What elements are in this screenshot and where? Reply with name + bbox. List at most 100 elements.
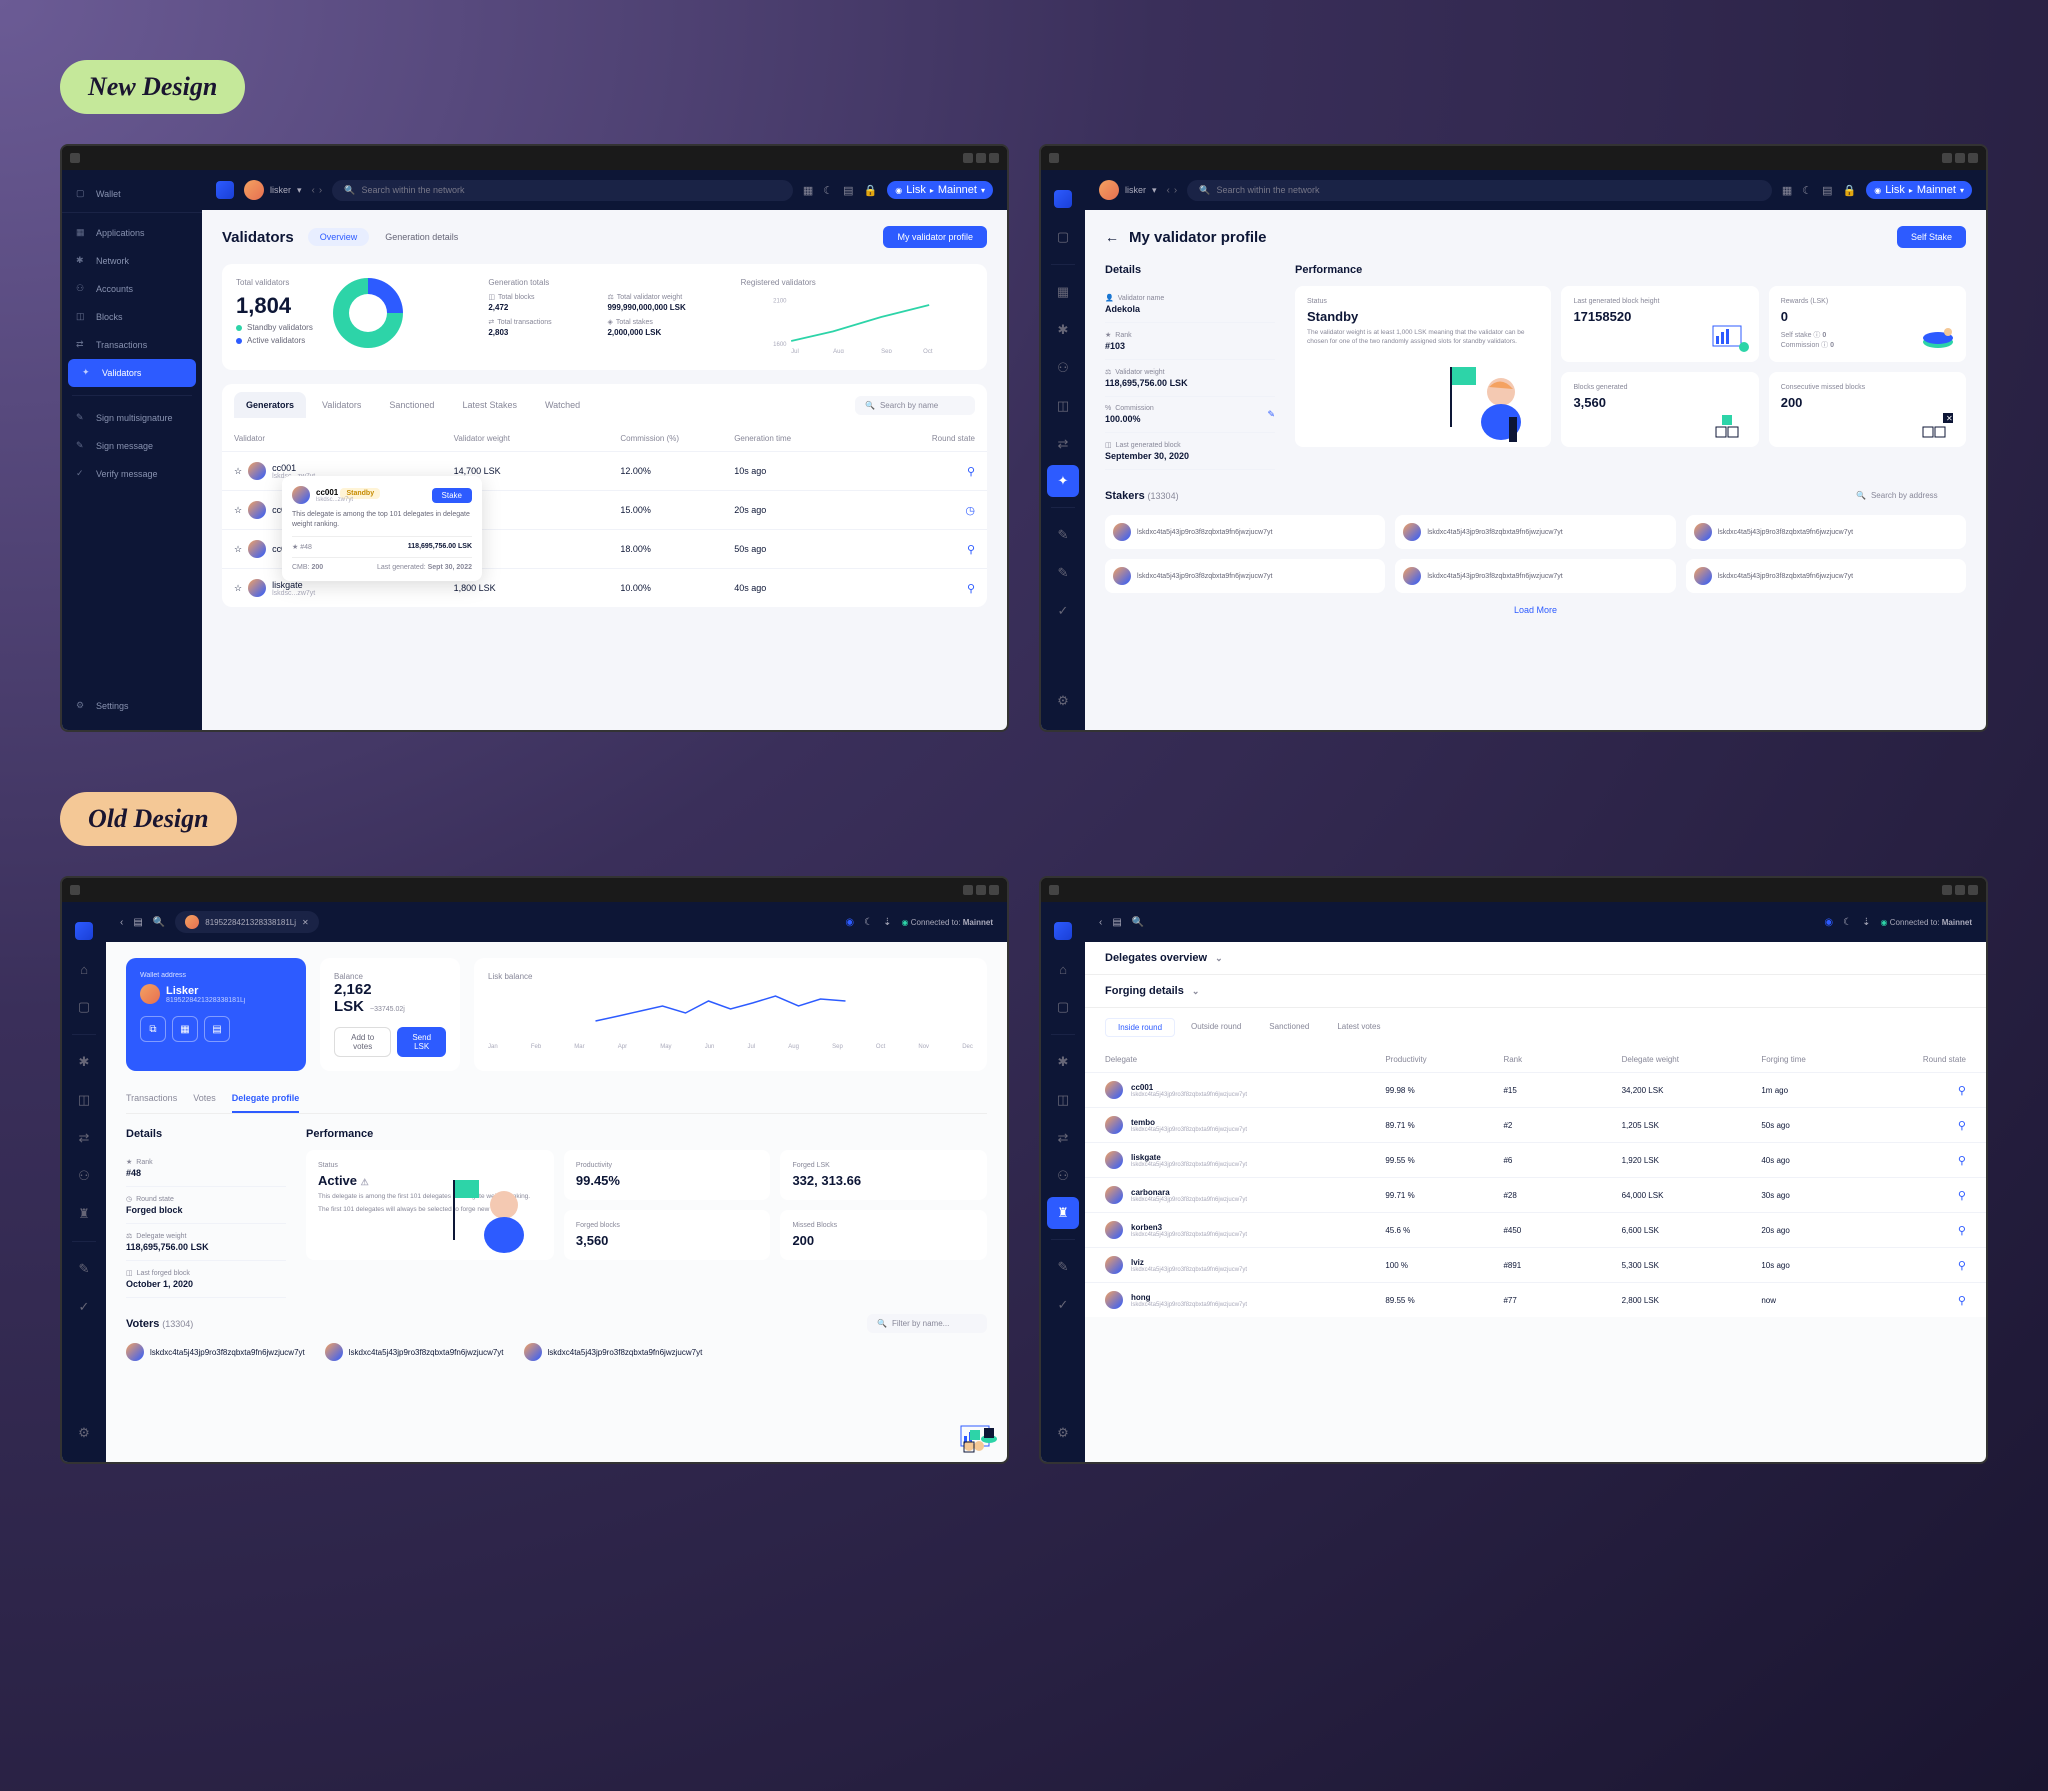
watch-icon[interactable]: ⚲ xyxy=(1879,1119,1966,1132)
nav-tx[interactable]: ⇄ xyxy=(1041,425,1085,463)
nav-accounts[interactable]: ⚇Accounts xyxy=(62,275,202,303)
nav-network[interactable]: ✱ xyxy=(1041,311,1085,349)
nav-transactions[interactable]: ⇄Transactions xyxy=(62,331,202,359)
staker-item[interactable]: lskdxc4ta5j43jp9ro3f8zqbxta9fn6jwzjucw7y… xyxy=(1105,559,1385,593)
nav-tx[interactable]: ⇄ xyxy=(62,1119,106,1157)
search-validators[interactable]: 🔍 Search by name xyxy=(855,396,975,415)
nav-wallet[interactable]: ▢ xyxy=(1041,988,1085,1026)
nav-delegates[interactable]: ♜ xyxy=(62,1195,106,1233)
search-input[interactable]: 🔍 Search within the network xyxy=(1187,180,1772,201)
moon-icon[interactable]: ☾ xyxy=(823,184,833,197)
staker-item[interactable]: lskdxc4ta5j43jp9ro3f8zqbxta9fn6jwzjucw7y… xyxy=(1395,515,1675,549)
nav-verify[interactable]: ✓ xyxy=(1041,1286,1085,1324)
table-row[interactable]: honglskdxc4ta5j43jp9ro3f8zqbxta9fn6jwzju… xyxy=(1085,1282,1986,1317)
clock-icon[interactable]: ◷ xyxy=(869,504,975,517)
nav-sign[interactable]: ✎ xyxy=(1041,516,1085,554)
nav-sign2[interactable]: ✎ xyxy=(1041,554,1085,592)
stake-icon[interactable]: ⚲ xyxy=(869,543,975,556)
nav-accounts[interactable]: ⚇ xyxy=(1041,1157,1085,1195)
add-votes-button[interactable]: Add to votes xyxy=(334,1027,391,1057)
load-more-button[interactable]: Load More xyxy=(1105,593,1966,627)
bookmark-icon[interactable]: ▤ xyxy=(133,917,142,928)
nav-wallet[interactable]: ▢ xyxy=(62,988,106,1026)
lock-icon[interactable]: 🔒 xyxy=(864,184,878,197)
subtab-sanctioned[interactable]: Sanctioned xyxy=(377,392,446,418)
nav-back-icon[interactable]: ‹ xyxy=(312,185,315,196)
watch-icon[interactable]: ⚲ xyxy=(1879,1189,1966,1202)
voter-item[interactable]: lskdxc4ta5j43jp9ro3f8zqbxta9fn6jwzjucw7y… xyxy=(325,1343,504,1361)
table-row[interactable]: lvizlskdxc4ta5j43jp9ro3f8zqbxta9fn6jwzju… xyxy=(1085,1247,1986,1282)
table-row[interactable]: tembolskdxc4ta5j43jp9ro3f8zqbxta9fn6jwzj… xyxy=(1085,1107,1986,1142)
nav-back-icon[interactable]: ‹ xyxy=(120,917,123,928)
nav-settings[interactable]: ⚙Settings xyxy=(62,692,202,720)
grid-icon[interactable]: ▦ xyxy=(1782,184,1792,197)
send-lsk-button[interactable]: Send LSK xyxy=(397,1027,446,1057)
stake-icon[interactable]: ⚲ xyxy=(869,582,975,595)
bookmark-icon[interactable]: ▤ xyxy=(1112,917,1121,928)
grid-icon[interactable]: ▦ xyxy=(803,184,813,197)
table-row[interactable]: cc001lskdxc4ta5j43jp9ro3f8zqbxta9fn6jwzj… xyxy=(1085,1072,1986,1107)
icon[interactable]: ☾ xyxy=(864,917,873,928)
nav-fwd-icon[interactable]: › xyxy=(319,185,322,196)
nav-blocks[interactable]: ◫ xyxy=(62,1081,106,1119)
nav-blocks[interactable]: ◫ xyxy=(1041,1081,1085,1119)
nav-tx[interactable]: ⇄ xyxy=(1041,1119,1085,1157)
staker-item[interactable]: lskdxc4ta5j43jp9ro3f8zqbxta9fn6jwzjucw7y… xyxy=(1395,559,1675,593)
tab-votes[interactable]: Votes xyxy=(193,1085,216,1113)
watch-icon[interactable]: ⚲ xyxy=(1879,1224,1966,1237)
nav-accounts[interactable]: ⚇ xyxy=(62,1157,106,1195)
pill-sanctioned[interactable]: Sanctioned xyxy=(1257,1018,1321,1037)
moon-icon[interactable]: ☾ xyxy=(1802,184,1812,197)
table-row[interactable]: korben3lskdxc4ta5j43jp9ro3f8zqbxta9fn6jw… xyxy=(1085,1212,1986,1247)
nav-accounts[interactable]: ⚇ xyxy=(1041,349,1085,387)
watch-icon[interactable]: ⚲ xyxy=(1879,1154,1966,1167)
profile-switcher[interactable]: lisker▾ xyxy=(244,180,302,200)
nav-settings[interactable]: ⚙ xyxy=(62,1414,106,1452)
nav-apps[interactable]: ▦ xyxy=(1041,273,1085,311)
nav-sign[interactable]: ✎ xyxy=(62,1250,106,1288)
tab-delegate[interactable]: Delegate profile xyxy=(232,1085,300,1113)
nav-network[interactable]: ✱ xyxy=(1041,1043,1085,1081)
qr-icon[interactable]: ▦ xyxy=(172,1016,198,1042)
watch-icon[interactable]: ⚲ xyxy=(1879,1294,1966,1307)
staker-item[interactable]: lskdxc4ta5j43jp9ro3f8zqbxta9fn6jwzjucw7y… xyxy=(1686,559,1966,593)
voter-item[interactable]: lskdxc4ta5j43jp9ro3f8zqbxta9fn6jwzjucw7y… xyxy=(126,1343,305,1361)
search-stakers[interactable]: 🔍 Search by address xyxy=(1846,486,1966,505)
watch-icon[interactable]: ⚲ xyxy=(1879,1259,1966,1272)
nav-applications[interactable]: ▦Applications xyxy=(62,219,202,247)
nav-sign[interactable]: ✎ xyxy=(1041,1248,1085,1286)
nav-validators[interactable]: ✦Validators xyxy=(68,359,196,387)
stake-button[interactable]: Stake xyxy=(432,488,472,503)
filter-voters[interactable]: 🔍 Filter by name... xyxy=(867,1314,987,1333)
staker-item[interactable]: lskdxc4ta5j43jp9ro3f8zqbxta9fn6jwzjucw7y… xyxy=(1105,515,1385,549)
nav-back-icon[interactable]: ‹ xyxy=(1167,185,1170,196)
edit-icon[interactable]: ✎ xyxy=(1267,409,1275,420)
delegates-overview-accordion[interactable]: Delegates overview⌄ xyxy=(1085,942,1986,975)
bookmark-icon[interactable]: ▤ xyxy=(1822,184,1832,197)
back-button[interactable]: ← xyxy=(1105,229,1119,245)
icon[interactable]: ⇣ xyxy=(883,917,891,928)
table-row[interactable]: carbonaralskdxc4ta5j43jp9ro3f8zqbxta9fn6… xyxy=(1085,1177,1986,1212)
copy-icon[interactable]: ⧉ xyxy=(140,1016,166,1042)
icon[interactable]: ⇣ xyxy=(1862,917,1870,928)
nav-blocks[interactable]: ◫ xyxy=(1041,387,1085,425)
pill-outside[interactable]: Outside round xyxy=(1179,1018,1253,1037)
tab-generation[interactable]: Generation details xyxy=(373,228,470,246)
network-badge[interactable]: ◉ Lisk ▸ Mainnet ▾ xyxy=(887,181,993,199)
nav-network[interactable]: ✱Network xyxy=(62,247,202,275)
self-stake-button[interactable]: Self Stake xyxy=(1897,226,1966,248)
nav-sign-multisig[interactable]: ✎Sign multisignature xyxy=(62,404,202,432)
pill-inside[interactable]: Inside round xyxy=(1105,1018,1175,1037)
table-row[interactable]: liskgatelskdxc4ta5j43jp9ro3f8zqbxta9fn6j… xyxy=(1085,1142,1986,1177)
subtab-generators[interactable]: Generators xyxy=(234,392,306,418)
nav-wallet[interactable]: ▢ xyxy=(1041,218,1085,256)
nav-settings[interactable]: ⚙ xyxy=(1041,1414,1085,1452)
voter-item[interactable]: lskdxc4ta5j43jp9ro3f8zqbxta9fn6jwzjucw7y… xyxy=(524,1343,703,1361)
search-icon[interactable]: 🔍 xyxy=(1132,917,1144,928)
search-result-pill[interactable]: 8195228421328338181Lj ✕ xyxy=(175,911,318,933)
icon[interactable]: ◉ xyxy=(1824,917,1833,928)
nav-validators[interactable]: ✦ xyxy=(1047,465,1079,497)
nav-wallet[interactable]: ▢Wallet xyxy=(62,180,202,213)
search-input[interactable]: 🔍 Search within the network xyxy=(332,180,793,201)
bookmark-icon[interactable]: ▤ xyxy=(204,1016,230,1042)
